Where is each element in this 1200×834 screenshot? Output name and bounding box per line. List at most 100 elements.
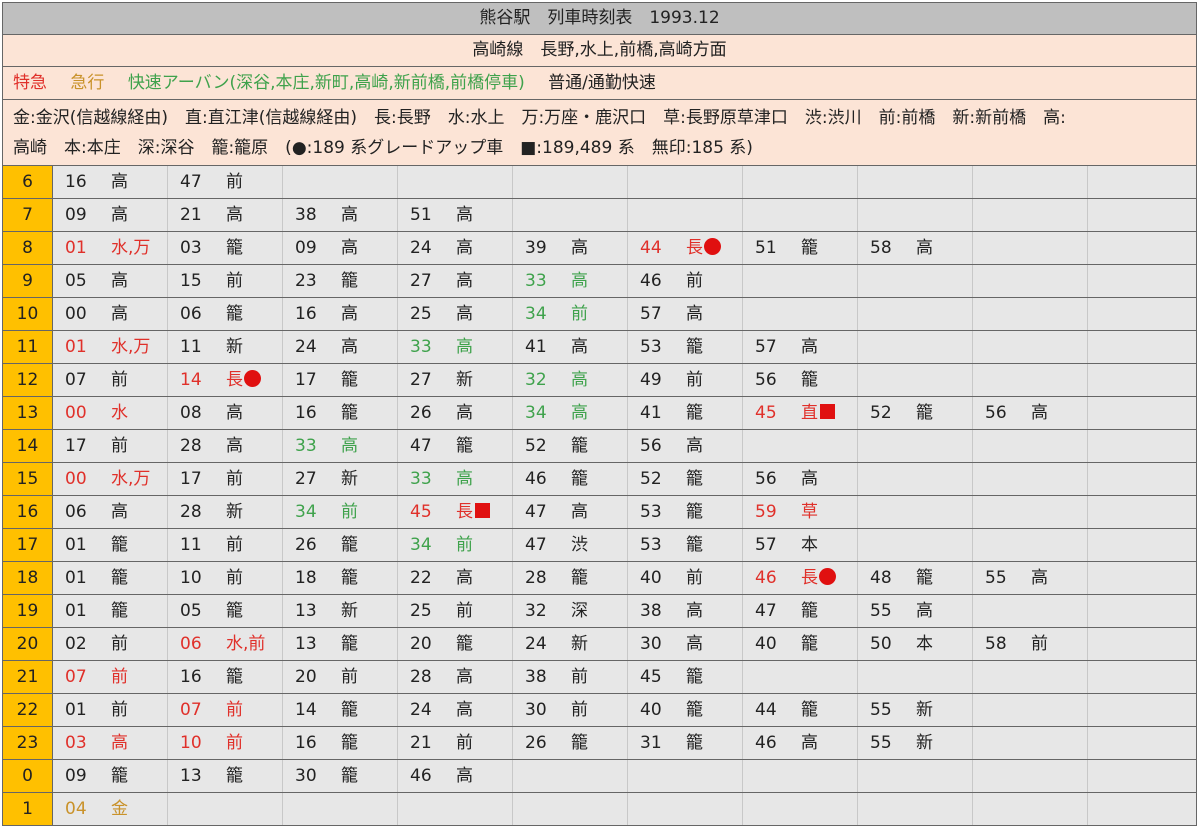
departure: 57 高: [755, 331, 818, 363]
departure-minute: 13: [295, 634, 317, 654]
departure: 38 高: [295, 199, 358, 231]
departure-destination: 籠: [916, 403, 933, 423]
departures: 02 前 06 水,前 13 籠 20 籠 24 新 30 高 40 籠 50 本 58 前: [53, 628, 1197, 660]
departure-destination: 籠: [456, 634, 473, 654]
departure-destination: 高: [226, 205, 243, 225]
departure-minute: 51: [410, 205, 432, 225]
departure-minute: 55: [985, 568, 1007, 588]
departure-destination: 籠: [686, 667, 703, 687]
departure-minute: 38: [525, 667, 547, 687]
departure-minute: 56: [755, 469, 777, 489]
departure-minute: 47: [525, 535, 547, 555]
departure-minute: 11: [180, 535, 202, 555]
departure-minute: 25: [410, 601, 432, 621]
departure-minute: 30: [640, 634, 662, 654]
departure-minute: 39: [525, 238, 547, 258]
departure-minute: 01: [65, 601, 87, 621]
departure-destination: 高: [801, 469, 818, 489]
departure: 33 高: [295, 430, 358, 462]
departure-destination: 籠: [226, 766, 243, 786]
departure-minute: 53: [640, 502, 662, 522]
departure: 28 新: [180, 496, 243, 528]
departure: 46 長: [755, 562, 836, 594]
departure-minute: 20: [295, 667, 317, 687]
departure: 26 籠: [295, 529, 358, 561]
departure-minute: 28: [525, 568, 547, 588]
legend-local: 普通/通勤快速: [548, 73, 656, 93]
departure-minute: 21: [410, 733, 432, 753]
departure: 56 高: [755, 463, 818, 495]
departure-destination: 籠: [456, 436, 473, 456]
departure: 10 前: [180, 562, 243, 594]
departure-minute: 46: [525, 469, 547, 489]
departure: 04 金: [65, 793, 128, 825]
departure: 20 籠: [410, 628, 473, 660]
departure-minute: 55: [870, 601, 892, 621]
hour-label: 22: [3, 694, 53, 726]
departure-minute: 01: [65, 337, 87, 357]
departure-destination: 前: [111, 634, 128, 654]
departure-minute: 30: [295, 766, 317, 786]
departure: 25 高: [410, 298, 473, 330]
departure-destination: 金: [111, 799, 128, 819]
departures: 05 高 15 前 23 籠 27 高 33 高 46 前: [53, 265, 1197, 297]
departure-minute: 09: [65, 766, 87, 786]
departure: 18 籠: [295, 562, 358, 594]
departure-minute: 10: [180, 568, 202, 588]
departure-minute: 27: [410, 370, 432, 390]
departure-destination: 籠: [341, 535, 358, 555]
line-direction-header: 高崎線 長野,水上,前橋,高崎方面: [3, 35, 1197, 67]
departure: 06 水,前: [180, 628, 265, 660]
departure-destination: 籠: [686, 337, 703, 357]
departure-destination: 高: [686, 304, 703, 324]
hour-row: 21 07 前 16 籠 20 前 28 高 38 前 45 籠: [3, 661, 1197, 694]
departure: 26 籠: [525, 727, 588, 759]
departure-minute: 26: [295, 535, 317, 555]
departure-destination: 前: [341, 667, 358, 687]
departure: 03 籠: [180, 232, 243, 264]
departure-minute: 28: [410, 667, 432, 687]
departure: 57 本: [755, 529, 818, 561]
departure-minute: 56: [640, 436, 662, 456]
departure: 06 高: [65, 496, 128, 528]
departure: 47 高: [525, 496, 588, 528]
departure: 56 高: [640, 430, 703, 462]
departure-minute: 40: [640, 568, 662, 588]
departure-minute: 03: [180, 238, 202, 258]
departure: 27 高: [410, 265, 473, 297]
departure: 26 高: [410, 397, 473, 429]
departure: 11 前: [180, 529, 243, 561]
departure-minute: 24: [410, 700, 432, 720]
departure: 27 新: [410, 364, 473, 396]
departures: 04 金: [53, 793, 1197, 825]
departure-minute: 34: [295, 502, 317, 522]
hour-label: 0: [3, 760, 53, 792]
departure-minute: 16: [180, 667, 202, 687]
departure: 23 籠: [295, 265, 358, 297]
departure-minute: 55: [870, 700, 892, 720]
departure-destination: 高: [571, 337, 588, 357]
departure-minute: 13: [180, 766, 202, 786]
departure-minute: 33: [295, 436, 317, 456]
departure-destination: 前: [1031, 634, 1048, 654]
departure: 13 籠: [295, 628, 358, 660]
departure-minute: 13: [295, 601, 317, 621]
departure-destination: 高: [456, 568, 473, 588]
departure-minute: 34: [410, 535, 432, 555]
departure: 07 前: [180, 694, 243, 726]
page-title: 熊谷駅 列車時刻表 1993.12: [3, 3, 1197, 35]
departures: 06 高 28 新 34 前 45 長 47 高 53 籠 59 草: [53, 496, 1197, 528]
departure: 09 高: [295, 232, 358, 264]
departure-destination: 籠: [801, 370, 818, 390]
departure: 47 籠: [755, 595, 818, 627]
departure-minute: 09: [295, 238, 317, 258]
departure-minute: 57: [755, 535, 777, 555]
departure-minute: 31: [640, 733, 662, 753]
departure-destination: 前: [226, 469, 243, 489]
departure-destination: 籠: [111, 766, 128, 786]
departure-destination: 新: [456, 370, 473, 390]
departure-destination: 高: [456, 469, 473, 489]
hour-row: 22 01 前 07 前 14 籠 24 高 30 前 40 籠 44 籠 55 新: [3, 694, 1197, 727]
departure-minute: 28: [180, 436, 202, 456]
departure-minute: 04: [65, 799, 87, 819]
